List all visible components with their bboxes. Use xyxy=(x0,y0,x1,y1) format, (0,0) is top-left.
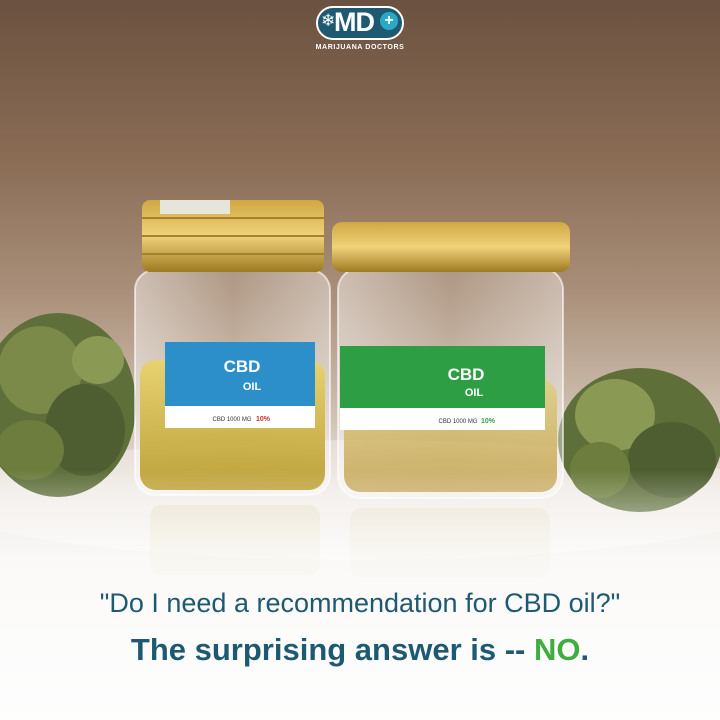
marijuana-doctors-logo: ❄ MD + MARIJUANA DOCTORS xyxy=(312,6,408,58)
plus-icon: + xyxy=(380,12,398,30)
jar-right-label-title: CBD xyxy=(448,365,485,384)
subline-answer: The surprising answer is -- NO. xyxy=(0,632,720,668)
answer-no: NO xyxy=(533,632,581,667)
logo-letters: MD xyxy=(334,7,375,37)
jar-left-label-pct: 10% xyxy=(256,416,271,423)
cbd-jar-right xyxy=(332,222,570,499)
jar-right-label-sub: OIL xyxy=(465,387,484,399)
jar-right-label-pct: 10% xyxy=(481,418,496,425)
cbd-jar-left xyxy=(134,200,331,496)
jar-right-label-dose: CBD 1000 MG xyxy=(438,419,477,425)
subline-trail: . xyxy=(580,632,590,667)
logo-caption: MARIJUANA DOCTORS xyxy=(315,44,405,51)
jar-left-label-sub: OIL xyxy=(243,381,262,393)
headline-question: "Do I need a recommendation for CBD oil?… xyxy=(99,588,621,618)
post-image: CBD OIL CBD 1000 MG 10% CBD OIL CBD 1000… xyxy=(0,0,720,720)
subline-lead: The surprising answer is -- xyxy=(130,632,534,667)
jar-left-label-dose: CBD 1000 MG xyxy=(212,417,251,423)
jar-left-label-title: CBD xyxy=(224,357,261,376)
